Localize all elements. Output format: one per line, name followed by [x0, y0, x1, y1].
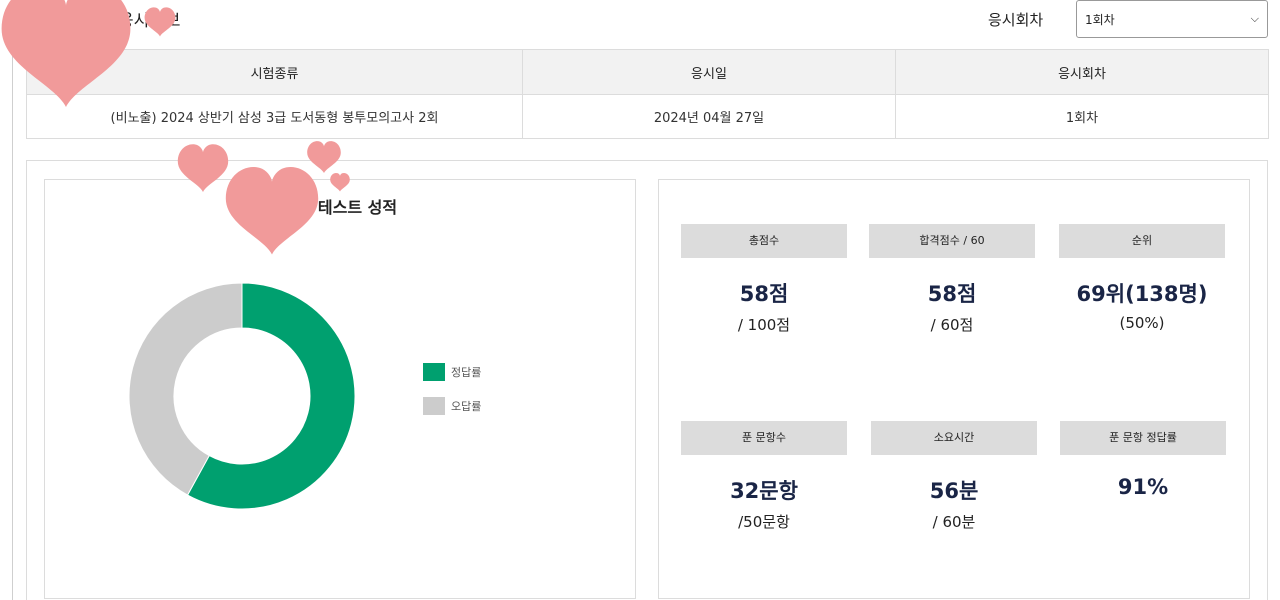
stat-label: 총점수 [681, 224, 847, 258]
stat-label: 순위 [1059, 224, 1225, 258]
stat-solved-count: 푼 문항수 32문항 /50문항 [681, 421, 847, 532]
exam-info-table: 시험종류 응시일 응시회차 (비노출) 2024 상반기 삼성 3급 도서동형 … [26, 49, 1269, 139]
stat-value: 58점 [927, 282, 977, 306]
stat-label: 푼 문항 정답률 [1060, 421, 1226, 455]
chart-legend: 정답률 오답률 [423, 362, 481, 430]
stat-value: 91% [1117, 475, 1169, 499]
stat-label: 소요시간 [871, 421, 1037, 455]
legend-item-wrong[interactable]: 오답률 [423, 396, 481, 416]
stat-value: 32문항 [730, 479, 798, 503]
stat-sub: / 60점 [930, 316, 974, 334]
stat-time-spent: 소요시간 56분 / 60분 [871, 421, 1037, 532]
legend-item-correct[interactable]: 정답률 [423, 362, 481, 382]
round-label: 응시회차 [988, 11, 1044, 29]
cell-exam-date: 2024년 04월 27일 [522, 94, 896, 139]
stat-rank: 순위 69위(138명) (50%) [1059, 224, 1225, 332]
column-header-exam-date: 응시일 [522, 49, 896, 95]
cell-exam-round: 1회차 [895, 94, 1269, 139]
stat-label: 푼 문항수 [681, 421, 847, 455]
cell-exam-type: (비노출) 2024 상반기 삼성 3급 도서동형 봉투모의고사 2회 [26, 94, 523, 139]
stat-value: 69위(138명) [1076, 282, 1208, 306]
stat-sub: / 60분 [932, 513, 976, 531]
stat-sub: /50문항 [738, 513, 790, 531]
round-select-value: 1회차 [1085, 12, 1115, 27]
chevron-down-icon: ⌵ [1250, 12, 1259, 25]
stat-solved-accuracy: 푼 문항 정답률 91% [1060, 421, 1226, 505]
stat-value: 56분 [929, 479, 979, 503]
table-row: (비노출) 2024 상반기 삼성 3급 도서동형 봉투모의고사 2회 2024… [26, 94, 1269, 139]
legend-swatch-correct [423, 363, 445, 381]
stat-label: 합격점수 / 60 [869, 224, 1035, 258]
stat-value: 58점 [739, 282, 789, 306]
page-title: 응시정보 [118, 11, 181, 31]
legend-label-wrong: 오답률 [451, 400, 482, 413]
stat-sub: / 100점 [737, 316, 791, 334]
stat-pass-score: 합격점수 / 60 58점 / 60점 [869, 224, 1035, 335]
score-panel: 총점수 58점 / 100점 합격점수 / 60 58점 / 60점 순위 69… [658, 179, 1250, 599]
donut-chart [128, 282, 356, 510]
column-header-exam-type: 시험종류 [26, 49, 523, 95]
chart-panel: 모의 테스트 성적 정답률 오답률 [44, 179, 636, 599]
table-header-row: 시험종류 응시일 응시회차 [26, 49, 1269, 95]
legend-swatch-wrong [423, 397, 445, 415]
round-select[interactable]: 1회차 ⌵ [1076, 0, 1268, 38]
legend-label-correct: 정답률 [451, 366, 482, 379]
stat-sub: (50%) [1119, 314, 1165, 332]
column-header-exam-round: 응시회차 [895, 49, 1269, 95]
stat-total-score: 총점수 58점 / 100점 [681, 224, 847, 335]
frame-border [12, 50, 13, 600]
